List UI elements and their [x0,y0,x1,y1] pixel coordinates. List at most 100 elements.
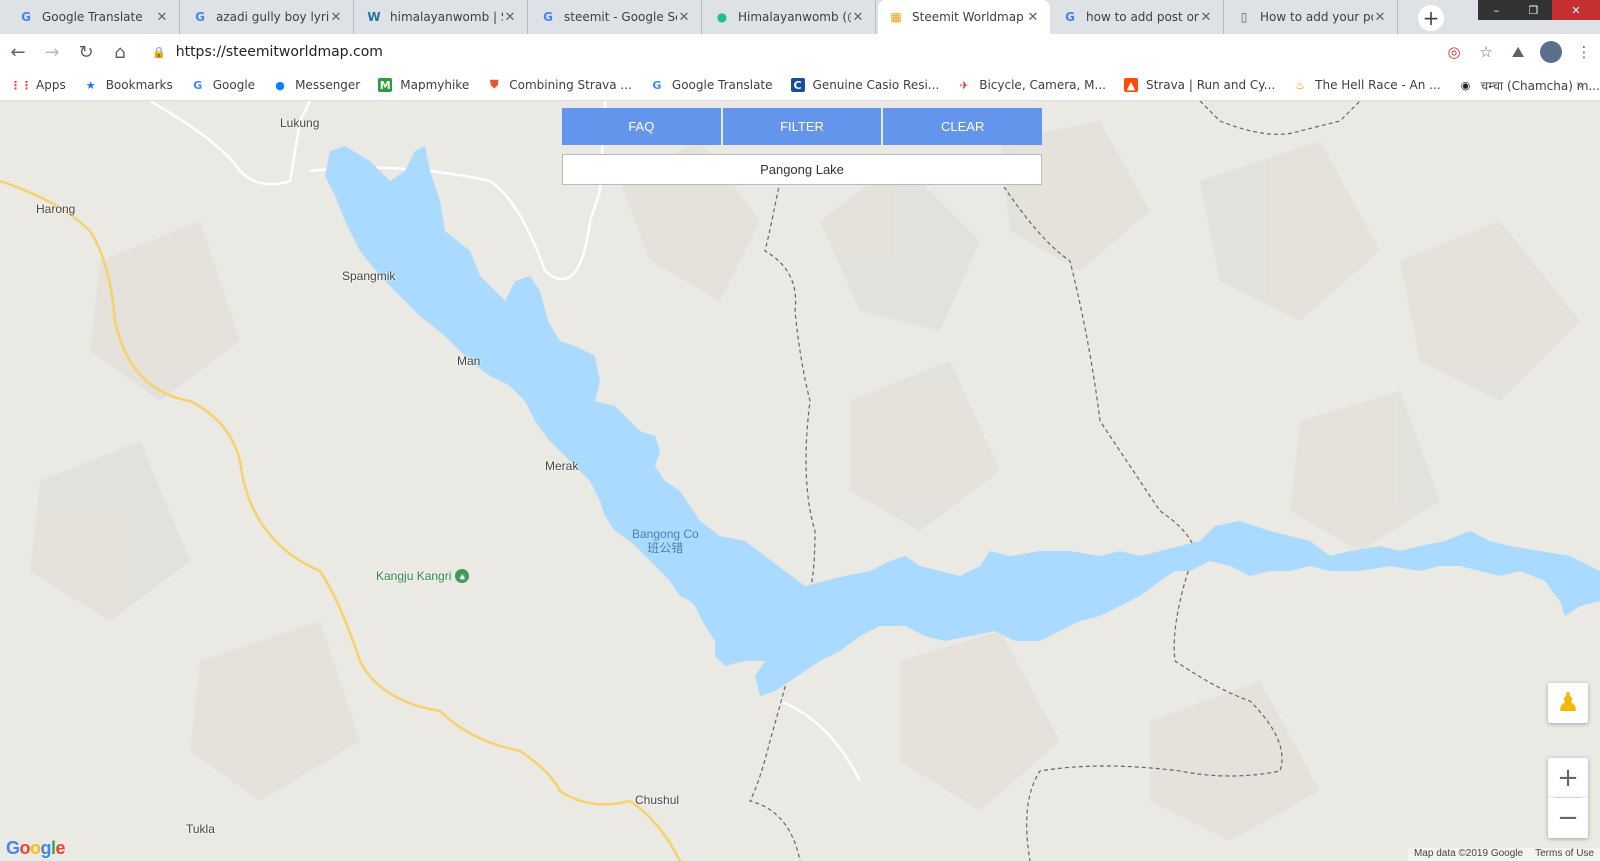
google-g-icon: G [193,78,203,92]
map-canvas[interactable]: Lukung Harong Spangmik Man Merak Chushul… [0,101,1600,861]
google-g-icon: G [195,10,205,24]
close-icon[interactable]: ✕ [1199,10,1213,25]
worldmap-icon: ▦ [890,10,902,24]
new-tab-button[interactable]: + [1418,5,1444,31]
home-icon[interactable]: ⌂ [104,36,136,68]
zoom-in-button[interactable]: + [1548,758,1588,798]
menu-kebab-icon[interactable]: ⋮ [1568,43,1600,61]
place-label-harong: Harong [36,202,76,216]
extension-icon[interactable]: ◎ [1438,43,1470,61]
close-icon[interactable]: ✕ [1026,10,1040,25]
bookmark-messenger[interactable]: ● Messenger [273,78,360,92]
close-icon[interactable]: ✕ [677,10,691,25]
google-logo[interactable]: Google [6,838,66,859]
casio-icon: C [790,78,805,92]
bookmarks-bar: ⋮⋮ Apps ★ Bookmarks G Google ● Messenger M Ma… [0,70,1600,101]
close-icon[interactable]: ✕ [503,10,517,25]
minimize-icon[interactable]: – [1478,0,1515,20]
chevron-double-right-icon[interactable]: » [1576,78,1584,93]
avatar[interactable] [1540,41,1562,63]
place-label-merak: Merak [545,459,579,473]
tab-5-active[interactable]: ▦ Steemit Worldmap ✕ [878,0,1050,34]
tab-title: how to add post on [1086,10,1199,24]
tab-title: Steemit Worldmap [912,10,1024,24]
bookmark-google-translate[interactable]: G Google Translate [650,78,772,92]
tab-3[interactable]: G steemit - Google Sea ✕ [530,0,702,34]
flame-icon: ♨ [1295,78,1306,92]
search-input[interactable]: Pangong Lake [562,154,1042,185]
tab-title: Google Translate [42,10,143,24]
terms-of-use-link[interactable]: Terms of Use [1535,848,1594,861]
close-icon[interactable]: ✕ [851,10,865,25]
window-controls: – ❐ ✕ [1478,0,1600,20]
close-icon[interactable]: ✕ [1373,10,1387,25]
map-graphics [0,101,1600,861]
zoom-out-button[interactable]: − [1548,798,1588,838]
lock-icon: 🔒 [152,45,166,59]
bookmark-strava[interactable]: ▲ Strava | Run and Cy... [1123,78,1276,92]
bookmark-label: Genuine Casio Resi... [812,78,940,92]
mountain-pin-icon: ▲ [455,569,470,583]
tab-4[interactable]: ● Himalayanwomb (@ ✕ [704,0,876,34]
chamcha-icon: ◉ [1460,78,1471,92]
bookmark-label: Messenger [295,78,361,92]
bookmark-label: Strava | Run and Cy... [1145,78,1276,92]
google-translate-icon: G [652,78,662,92]
map-data-credit: Map data ©2019 Google [1413,848,1524,859]
map-control-bar: FAQ FILTER CLEAR [562,108,1043,145]
shield-icon: ⛊ [490,78,499,91]
lake-name-local: 班公错 [647,541,684,555]
window-close-icon[interactable]: ✕ [1551,0,1600,20]
google-g-icon: G [543,10,553,24]
tab-6[interactable]: G how to add post on ✕ [1052,0,1224,34]
place-label-spangmik: Spangmik [342,269,396,283]
wordpress-icon: W [367,10,381,24]
tab-0[interactable]: G Google Translate ✕ [8,0,180,34]
bookmark-bookmarks[interactable]: ★ Bookmarks [84,78,173,92]
google-translate-icon: G [21,10,31,24]
bookmark-label: Bookmarks [105,78,173,92]
filter-button[interactable]: FILTER [722,108,882,145]
peak-label: Kangju Kangri [376,569,452,583]
terrain-shading [30,121,1580,841]
peak-marker[interactable]: Kangju Kangri ▲ [376,569,470,583]
clear-button[interactable]: CLEAR [883,108,1043,145]
tab-7[interactable]: ▯ How to add your po ✕ [1226,0,1398,34]
lake-label[interactable]: Bangong Co 班公错 [632,527,699,555]
address-bar[interactable]: 🔒 https://steemitworldmap.com [140,38,1424,66]
mountain-extension-icon[interactable]: ⛰ [1502,43,1534,61]
tab-1[interactable]: G azadi gully boy lyrics ✕ [182,0,354,34]
restore-icon[interactable]: ❐ [1515,0,1552,20]
bookmark-star-icon[interactable]: ☆ [1470,43,1502,61]
bookmark-label: Mapmyhike [400,78,470,92]
url-text: https://steemitworldmap.com [175,44,383,60]
tab-title: steemit - Google Sea [564,10,677,24]
bookmark-bicycle[interactable]: ✈ Bicycle, Camera, M... [957,78,1106,92]
reload-icon[interactable]: ↻ [70,36,102,68]
place-label-lukung: Lukung [280,116,320,130]
close-icon[interactable]: ✕ [155,10,169,25]
bicycle-icon: ✈ [959,78,969,92]
map-attribution: Map data ©2019 Google Terms of Use [1407,848,1600,861]
back-icon[interactable]: ← [2,36,34,68]
close-icon[interactable]: ✕ [329,10,343,25]
google-g-icon: G [1065,10,1075,24]
bookmark-label: The Hell Race - An ... [1315,78,1441,92]
pegman-icon[interactable]: ♟ [1548,683,1588,723]
messenger-icon: ● [275,78,285,92]
bookmark-casio[interactable]: C Genuine Casio Resi... [790,78,940,92]
bookmark-google[interactable]: G Google [191,78,255,92]
bookmark-apps[interactable]: ⋮⋮ Apps [10,78,66,92]
place-label-tukla: Tukla [186,822,215,836]
bookmark-hell-race[interactable]: ♨ The Hell Race - An ... [1293,78,1440,92]
tab-strip: G Google Translate ✕ G azadi gully boy l… [0,0,1600,34]
faq-button[interactable]: FAQ [562,108,721,145]
forward-icon[interactable]: → [36,36,68,68]
bookmark-label: Google [212,78,256,92]
bookmark-combining-strava[interactable]: ⛊ Combining Strava ... [487,78,632,92]
tab-2[interactable]: W himalayanwomb | St ✕ [356,0,528,34]
bookmark-mapmyhike[interactable]: M Mapmyhike [378,78,469,92]
tab-title: azadi gully boy lyrics [216,10,329,24]
mapmyhike-icon: M [378,78,393,92]
star-icon: ★ [85,78,96,92]
